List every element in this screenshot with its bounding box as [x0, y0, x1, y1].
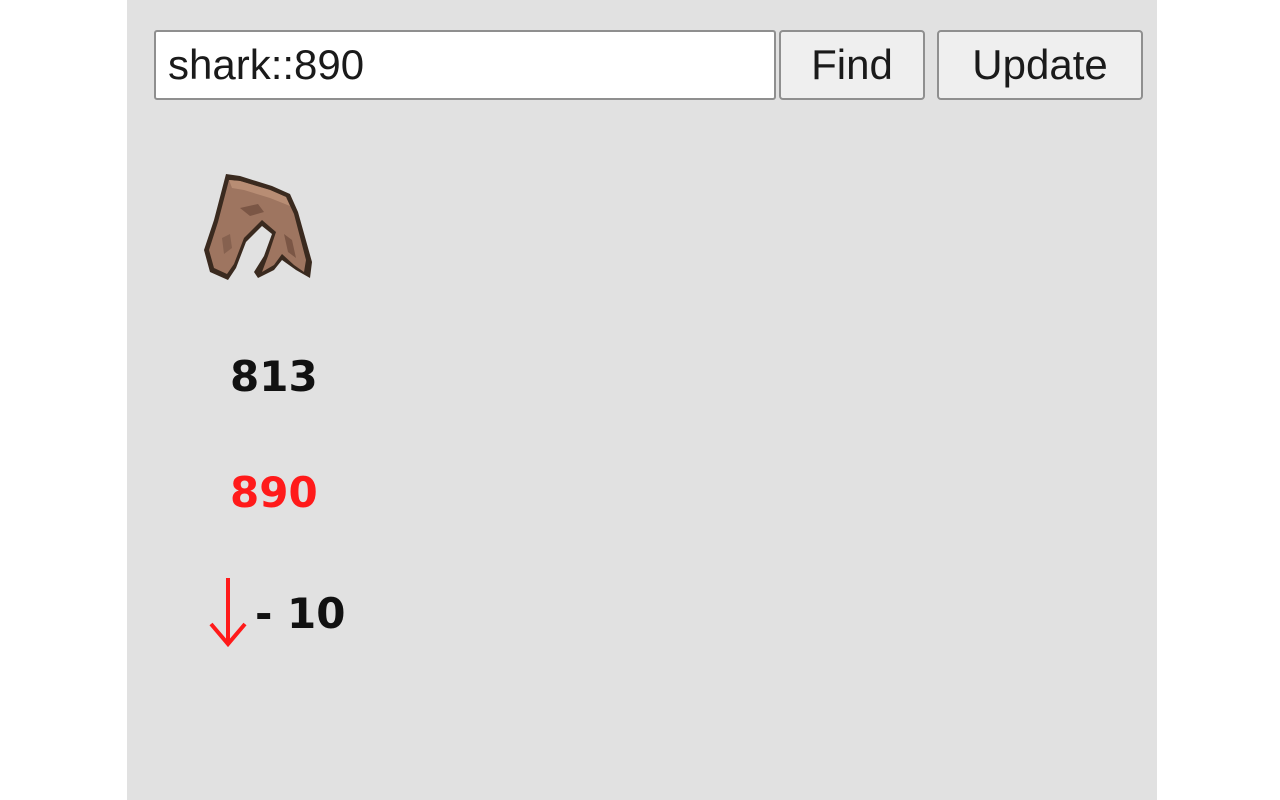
find-button[interactable]: Find: [779, 30, 925, 100]
update-button[interactable]: Update: [937, 30, 1143, 100]
current-value: 813: [230, 352, 318, 401]
target-value: 890: [230, 468, 318, 517]
search-input[interactable]: [154, 30, 776, 100]
change-value: - 10: [255, 588, 346, 638]
down-arrow-icon: [205, 574, 251, 655]
value-change: - 10: [205, 574, 346, 654]
raw-shark-icon: [200, 168, 320, 288]
